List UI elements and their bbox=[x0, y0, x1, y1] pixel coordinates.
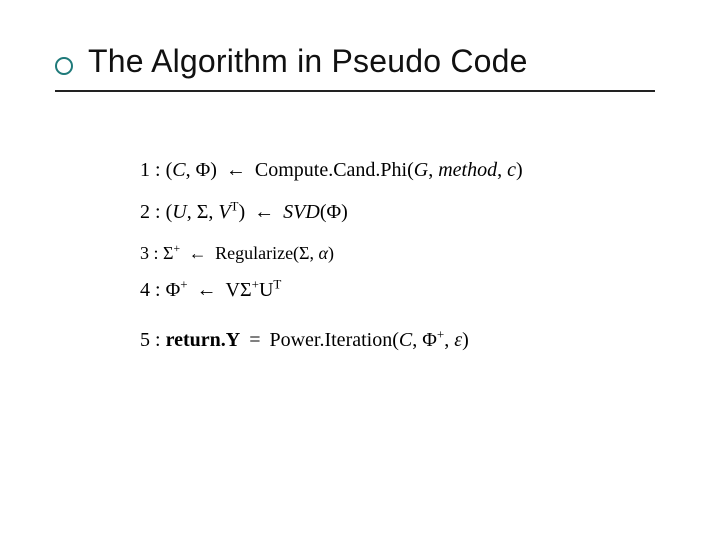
arg-eps: ε bbox=[454, 329, 462, 351]
comma: , bbox=[428, 159, 433, 181]
fn-power-iteration: Power.Iteration( bbox=[269, 329, 398, 351]
sup-plus: + bbox=[174, 242, 181, 255]
comma: , bbox=[497, 159, 502, 181]
arg-C: C bbox=[399, 329, 412, 351]
paren-close: ) bbox=[239, 201, 246, 223]
var-Sigma: Σ bbox=[240, 279, 252, 301]
var-Phi: Φ bbox=[166, 279, 181, 301]
slide: The Algorithm in Pseudo Code 1 : (C, Φ) … bbox=[0, 0, 720, 540]
pseudo-line-3: 3 : Σ+ ← Regularize(Σ, α) bbox=[140, 244, 620, 262]
fn-compute: Compute.Cand.Phi( bbox=[255, 159, 414, 181]
line-index: 3 : bbox=[140, 243, 159, 263]
left-arrow-icon: ← bbox=[222, 159, 250, 181]
equals: = bbox=[245, 329, 264, 351]
comma: , bbox=[310, 243, 315, 263]
paren-close: ) bbox=[210, 159, 217, 181]
comma: , bbox=[186, 159, 191, 181]
keyword-return: return.Y bbox=[166, 329, 241, 351]
sup-T: T bbox=[231, 198, 239, 213]
left-arrow-icon: ← bbox=[250, 201, 278, 223]
pseudo-line-4: 4 : Φ+ ← VΣ+UT bbox=[140, 280, 620, 300]
arg-method: method bbox=[438, 159, 497, 181]
var-Phi: Φ bbox=[196, 159, 211, 181]
sup-T: T bbox=[273, 276, 281, 291]
left-arrow-icon: ← bbox=[185, 243, 211, 263]
comma: , bbox=[187, 201, 192, 223]
var-Sigma: Σ bbox=[197, 201, 209, 223]
var-U: U bbox=[259, 279, 273, 301]
line-index: 1 : bbox=[140, 159, 161, 181]
pseudocode-block: 1 : ( C, Φ) ← Compute.Cand.Phi(G, method,… bbox=[140, 160, 620, 372]
pseudo-line-2: 2 : (U, Σ, VT) ← SVD(Φ) bbox=[140, 202, 620, 222]
line-index: 4 : bbox=[140, 279, 161, 301]
arg-alpha: α bbox=[319, 243, 328, 263]
fn-regularize: Regularize( bbox=[215, 243, 299, 263]
comma: , bbox=[444, 329, 449, 351]
slide-title: The Algorithm in Pseudo Code bbox=[88, 43, 528, 80]
pseudo-line-1: 1 : (C, Φ) ← Compute.Cand.Phi(G, method,… bbox=[140, 160, 620, 180]
left-arrow-icon: ← bbox=[193, 279, 221, 301]
paren-close: ) bbox=[328, 243, 334, 263]
var-Sigma: Σ bbox=[163, 243, 173, 263]
paren-close: ) bbox=[341, 201, 348, 223]
arg-c: c bbox=[507, 159, 516, 181]
comma: , bbox=[208, 201, 213, 223]
arg-Phi: Φ bbox=[327, 201, 342, 223]
fn-svd: SVD bbox=[283, 201, 320, 223]
line-index: 5 : bbox=[140, 329, 161, 351]
paren-close: ) bbox=[516, 159, 523, 181]
arg-G: G bbox=[414, 159, 428, 181]
var-C: C bbox=[172, 159, 185, 181]
paren-open: ( bbox=[320, 201, 327, 223]
title-underline bbox=[55, 90, 655, 92]
arg-Phi: Φ bbox=[422, 329, 437, 351]
sup-plus: + bbox=[180, 276, 187, 291]
pseudo-line-5: 5 : return.Y = Power.Iteration(C, Φ+, ε) bbox=[140, 330, 620, 350]
comma: , bbox=[412, 329, 417, 351]
arg-Sigma: Σ bbox=[299, 243, 309, 263]
var-V: V bbox=[218, 201, 230, 223]
paren-close: ) bbox=[462, 329, 469, 351]
var-V: V bbox=[226, 279, 240, 301]
var-U: U bbox=[172, 201, 186, 223]
sup-plus: + bbox=[252, 276, 259, 291]
bullet-icon bbox=[55, 57, 73, 75]
line-index: 2 : bbox=[140, 201, 161, 223]
